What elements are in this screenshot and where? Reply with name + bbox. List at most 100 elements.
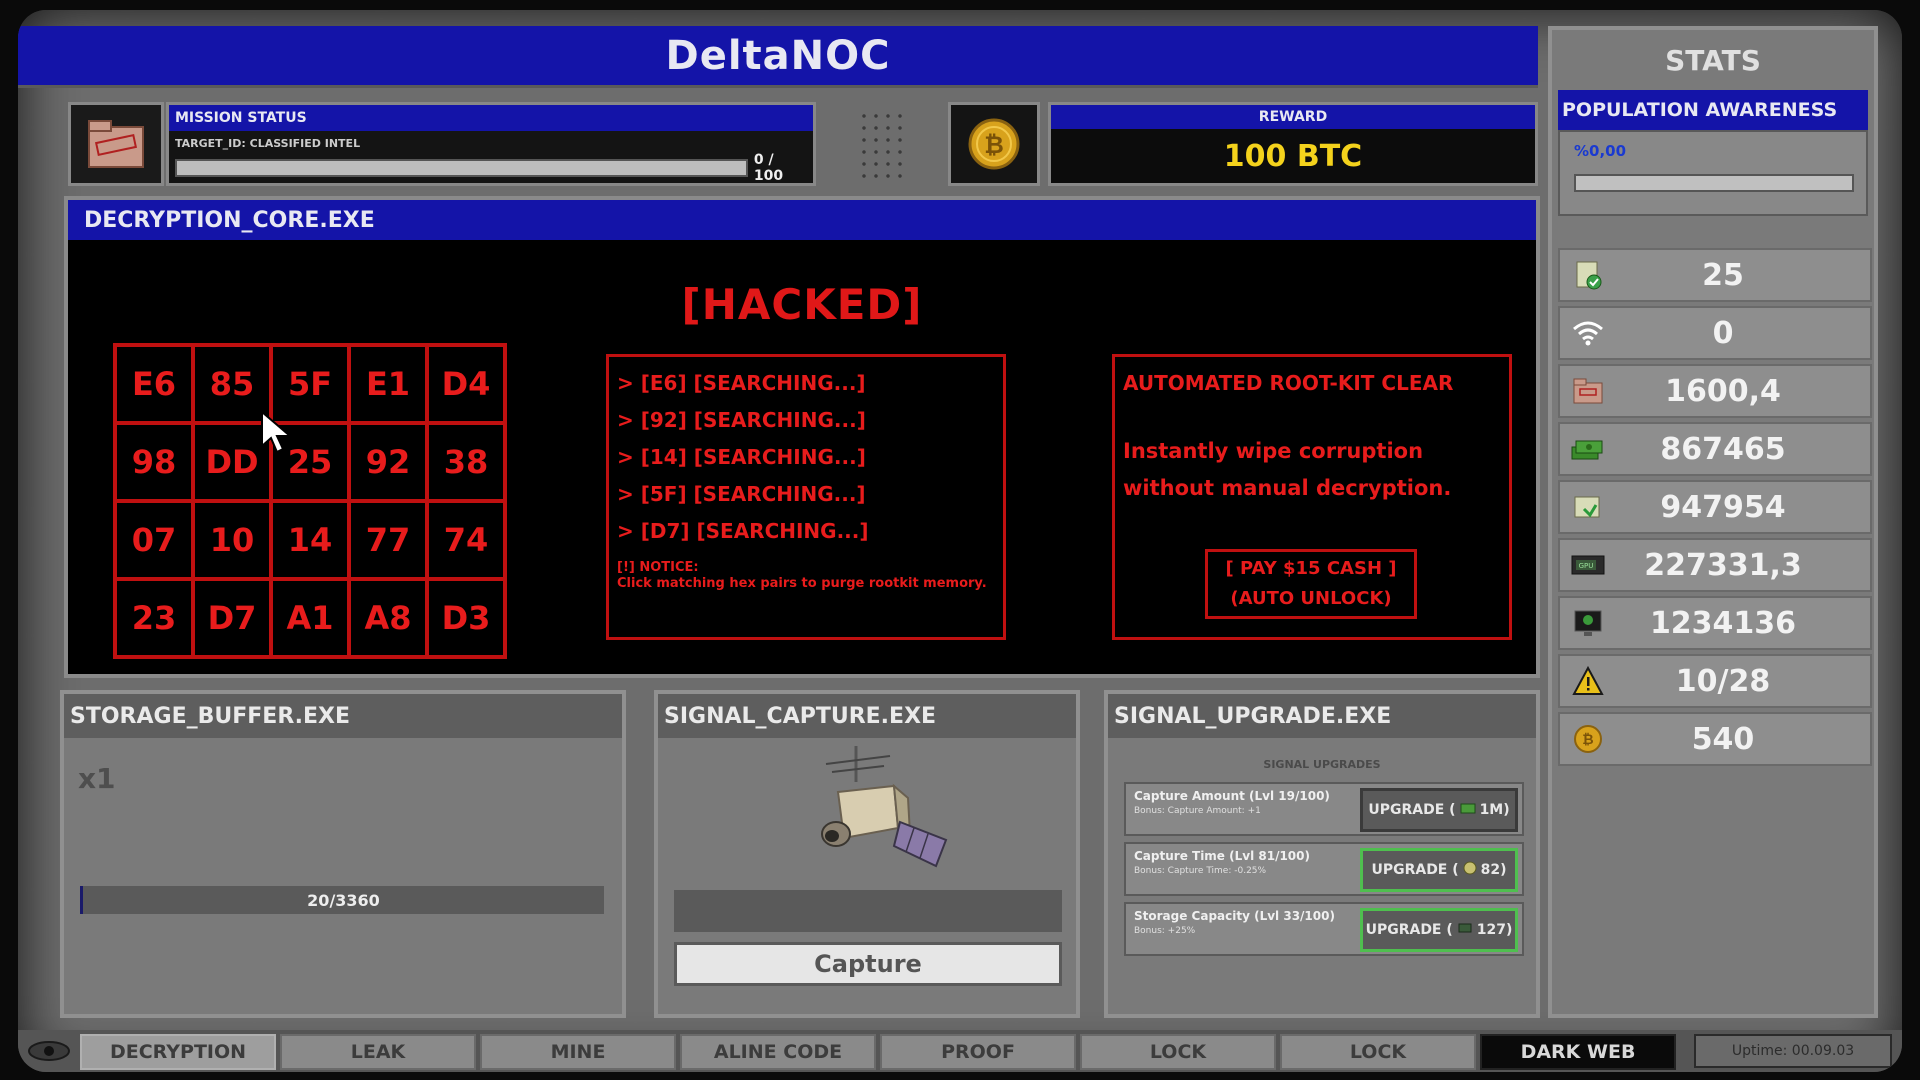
storage-progress-text: 20/3360	[307, 890, 380, 910]
stat-value: 947954	[1660, 489, 1786, 525]
mission-status-panel: MISSION STATUS TARGET_ID: CLASSIFIED INT…	[166, 102, 816, 186]
hex-cell[interactable]: 07	[115, 501, 193, 579]
upgrade-cost: 127)	[1476, 922, 1513, 938]
uptime-display: Uptime: 00.09.03	[1694, 1034, 1892, 1068]
hex-cell[interactable]: 74	[427, 501, 505, 579]
svg-text:₿: ₿	[984, 131, 1004, 159]
rootkit-title: AUTOMATED ROOT-KIT CLEAR	[1123, 371, 1454, 395]
data-icon	[1463, 861, 1477, 879]
bitcoin-icon: ₿	[1560, 724, 1616, 754]
hex-cell[interactable]: D7	[193, 579, 271, 657]
rootkit-description: Instantly wipe corruption without manual…	[1123, 439, 1452, 500]
cash-stack-icon	[1560, 435, 1616, 463]
stat-row-cash: 867465	[1558, 422, 1872, 476]
search-line: > [5F] [SEARCHING...]	[617, 482, 866, 506]
app-title: DeltaNOC	[18, 26, 1538, 88]
upgrade-button-label: UPGRADE (	[1365, 922, 1453, 938]
hex-cell[interactable]: E6	[115, 345, 193, 423]
signal-upgrade-panel: SIGNAL_UPGRADE.EXE SIGNAL UPGRADES Captu…	[1104, 690, 1540, 1018]
stat-row-classified: 1600,4	[1558, 364, 1872, 418]
hex-grid: E6 85 5F E1 D4 98 DD 25 92 38 07 10 14 77 74 23 D7 A1 A8 D3	[113, 343, 507, 659]
upgrade-capture-amount-button[interactable]: UPGRADE ( 1M)	[1360, 788, 1518, 832]
game-screen: DeltaNOC MISSION STATUS TARGET_ID: CLASS…	[18, 10, 1902, 1072]
tab-dark-web[interactable]: DARK WEB	[1480, 1034, 1676, 1070]
upgrade-button-label: UPGRADE (	[1371, 862, 1459, 878]
population-awareness-header: POPULATION AWARENESS	[1558, 90, 1868, 130]
mission-progress-bar	[175, 159, 748, 177]
stat-value: 540	[1691, 721, 1755, 757]
upgrade-row-capture-time: Capture Time (Lvl 81/100) Bonus: Capture…	[1124, 842, 1524, 896]
eye-logo-icon	[24, 1036, 74, 1066]
stat-value: 1600,4	[1665, 373, 1781, 409]
search-line: > [D7] [SEARCHING...]	[617, 519, 869, 543]
search-log: > [E6] [SEARCHING...] > [92] [SEARCHING.…	[606, 354, 1006, 640]
tab-leak[interactable]: LEAK	[280, 1034, 476, 1070]
hex-cell[interactable]: D4	[427, 345, 505, 423]
tab-aline-code[interactable]: ALINE CODE	[680, 1034, 876, 1070]
gpu-icon: GPU	[1560, 552, 1616, 578]
reward-value: 100 BTC	[1223, 138, 1363, 174]
search-line: > [92] [SEARCHING...]	[617, 408, 866, 432]
stat-row-monitor: 1234136	[1558, 596, 1872, 650]
data-folder-icon	[1560, 491, 1616, 523]
storage-multiplier: x1	[78, 762, 116, 795]
search-line: > [E6] [SEARCHING...]	[617, 371, 866, 395]
stat-row-documents: 25	[1558, 248, 1872, 302]
reward-header: REWARD	[1051, 105, 1535, 129]
monitor-icon	[1560, 608, 1616, 638]
tab-proof[interactable]: PROOF	[880, 1034, 1076, 1070]
chip-icon	[1457, 922, 1473, 938]
mouse-cursor-icon	[260, 409, 294, 458]
tab-mine[interactable]: MINE	[480, 1034, 676, 1070]
search-line: > [14] [SEARCHING...]	[617, 445, 866, 469]
mission-status-header: MISSION STATUS	[169, 105, 813, 131]
hex-cell[interactable]: 77	[349, 501, 427, 579]
reward-panel: REWARD 100 BTC	[1048, 102, 1538, 186]
svg-text:GPU: GPU	[1579, 562, 1594, 570]
pay-auto-unlock-button[interactable]: [ PAY $15 CASH ] (AUTO UNLOCK)	[1205, 549, 1417, 619]
mission-target: TARGET_ID: CLASSIFIED INTEL	[175, 137, 361, 150]
rootkit-panel: AUTOMATED ROOT-KIT CLEAR Instantly wipe …	[1112, 354, 1512, 640]
population-awareness-body: %0,00	[1558, 130, 1868, 216]
stat-row-gpu: GPU 227331,3	[1558, 538, 1872, 592]
pay-button-line1: [ PAY $15 CASH ]	[1225, 558, 1397, 579]
stat-row-warnings: 10/28	[1558, 654, 1872, 708]
hex-cell[interactable]: E1	[349, 345, 427, 423]
bitcoin-icon: ₿	[948, 102, 1040, 186]
hex-cell[interactable]: A1	[271, 579, 349, 657]
signal-capture-panel: SIGNAL_CAPTURE.EXE Capture	[654, 690, 1080, 1018]
capture-button[interactable]: Capture	[674, 942, 1062, 986]
hex-cell[interactable]: D3	[427, 579, 505, 657]
stat-row-bitcoin: ₿ 540	[1558, 712, 1872, 766]
stat-row-data: 947954	[1558, 480, 1872, 534]
population-awareness-value: %0,00	[1574, 142, 1627, 160]
storage-buffer-title: STORAGE_BUFFER.EXE	[64, 694, 622, 738]
decorative-dots	[858, 110, 908, 180]
stat-value: 10/28	[1675, 663, 1771, 699]
classified-folder-icon	[1560, 377, 1616, 405]
notice-title: [!] NOTICE:	[617, 560, 699, 575]
stat-value: 227331,3	[1644, 547, 1802, 583]
warning-icon	[1560, 666, 1616, 696]
classified-folder-icon	[68, 102, 164, 186]
hex-cell[interactable]: 92	[349, 423, 427, 501]
wifi-icon	[1560, 319, 1616, 347]
tab-lock-2[interactable]: LOCK	[1280, 1034, 1476, 1070]
verified-document-icon	[1560, 259, 1616, 291]
hex-cell[interactable]: 14	[271, 501, 349, 579]
hex-cell[interactable]: 10	[193, 501, 271, 579]
hex-cell[interactable]: A8	[349, 579, 427, 657]
signal-upgrade-title: SIGNAL_UPGRADE.EXE	[1108, 694, 1536, 738]
hex-cell[interactable]: 23	[115, 579, 193, 657]
cash-icon	[1460, 802, 1476, 818]
upgrade-storage-capacity-button[interactable]: UPGRADE ( 127)	[1360, 908, 1518, 952]
mission-progress-text: 0 / 100	[753, 152, 784, 184]
tab-decryption[interactable]: DECRYPTION	[80, 1034, 276, 1070]
population-awareness-bar	[1574, 174, 1854, 192]
tab-lock[interactable]: LOCK	[1080, 1034, 1276, 1070]
hex-cell[interactable]: 38	[427, 423, 505, 501]
upgrade-capture-time-button[interactable]: UPGRADE ( 82)	[1360, 848, 1518, 892]
hex-cell[interactable]: 98	[115, 423, 193, 501]
bottom-nav: DECRYPTION LEAK MINE ALINE CODE PROOF LO…	[18, 1030, 1902, 1072]
stat-row-wifi: 0	[1558, 306, 1872, 360]
